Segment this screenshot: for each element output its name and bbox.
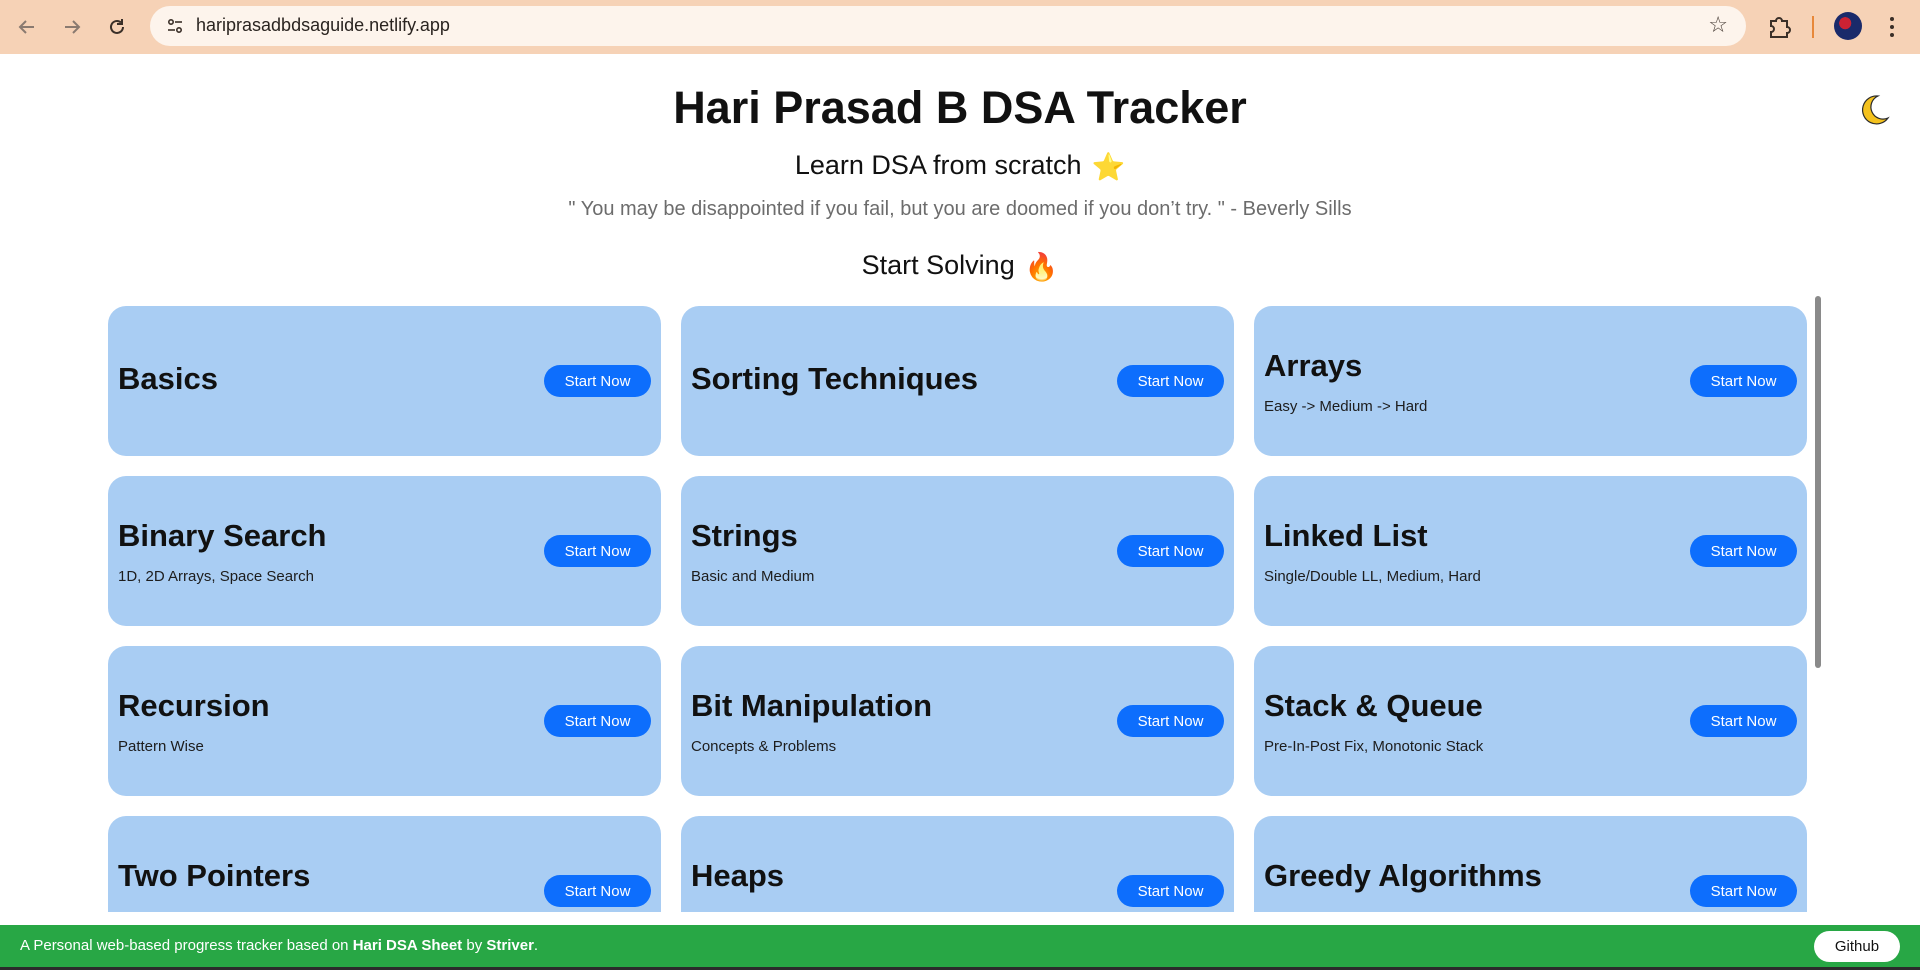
start-now-button[interactable]: Start Now	[544, 875, 651, 907]
reload-icon[interactable]	[100, 10, 134, 44]
start-now-button[interactable]: Start Now	[1690, 875, 1797, 907]
subtitle-text: Learn DSA from scratch	[794, 150, 1082, 180]
card-title: Stack & Queue	[1264, 688, 1483, 723]
card-title: Binary Search	[118, 518, 327, 553]
topic-card-strings: Strings Basic and Medium Start Now	[681, 476, 1234, 626]
topic-card-arrays: Arrays Easy -> Medium -> Hard Start Now	[1254, 306, 1807, 456]
start-now-button[interactable]: Start Now	[1690, 705, 1797, 737]
card-title: Linked List	[1264, 518, 1428, 553]
fire-emoji-icon: 🔥	[1024, 251, 1059, 282]
card-title: Greedy Algorithms	[1264, 858, 1542, 893]
address-bar[interactable]: hariprasadbdsaguide.netlify.app ☆	[150, 6, 1746, 46]
profile-avatar[interactable]	[1834, 12, 1862, 40]
card-subtitle: 1D, 2D Arrays, Space Search	[118, 568, 314, 585]
card-title: Bit Manipulation	[691, 688, 933, 723]
card-subtitle: Easy -> Medium -> Hard	[1264, 398, 1428, 415]
motivational-quote: " You may be disappointed if you fail, b…	[568, 198, 1352, 220]
section-heading: Start Solving 🔥	[0, 250, 1920, 283]
start-now-button[interactable]: Start Now	[1117, 365, 1224, 397]
page-subtitle: Learn DSA from scratch ⭐	[0, 150, 1920, 183]
topics-grid: Basics Start Now Sorting Techniques Star…	[108, 306, 1808, 912]
card-title: Arrays	[1264, 348, 1363, 383]
browser-menu-icon[interactable]	[1880, 10, 1904, 44]
topic-card-basics: Basics Start Now	[108, 306, 661, 456]
card-title: Two Pointers	[118, 858, 311, 893]
topic-card-stack-queue: Stack & Queue Pre-In-Post Fix, Monotonic…	[1254, 646, 1807, 796]
start-now-button[interactable]: Start Now	[544, 705, 651, 737]
star-emoji-icon: ⭐	[1091, 151, 1126, 182]
footer-by: by	[462, 937, 487, 954]
card-title: Strings	[691, 518, 798, 553]
start-now-button[interactable]: Start Now	[1117, 705, 1224, 737]
site-info-icon[interactable]	[160, 11, 190, 41]
card-title: Basics	[118, 361, 218, 396]
topic-card-linked-list: Linked List Single/Double LL, Medium, Ha…	[1254, 476, 1807, 626]
forward-arrow-icon[interactable]	[55, 10, 89, 44]
extensions-puzzle-icon[interactable]	[1764, 12, 1794, 42]
url-text[interactable]: hariprasadbdsaguide.netlify.app	[196, 15, 450, 36]
bookmark-star-icon[interactable]: ☆	[1708, 12, 1728, 38]
toolbar-divider	[1812, 16, 1814, 38]
start-now-button[interactable]: Start Now	[544, 365, 651, 397]
start-now-button[interactable]: Start Now	[544, 535, 651, 567]
topic-card-two-pointers: Two Pointers Start Now	[108, 816, 661, 912]
topic-card-sorting: Sorting Techniques Start Now	[681, 306, 1234, 456]
scrollbar-thumb[interactable]	[1815, 296, 1821, 668]
browser-toolbar: hariprasadbdsaguide.netlify.app ☆	[0, 0, 1920, 54]
card-title: Recursion	[118, 688, 270, 723]
footer-text: A Personal web-based progress tracker ba…	[20, 937, 538, 954]
topic-card-recursion: Recursion Pattern Wise Start Now	[108, 646, 661, 796]
topic-card-binary-search: Binary Search 1D, 2D Arrays, Space Searc…	[108, 476, 661, 626]
topic-card-heaps: Heaps Start Now	[681, 816, 1234, 912]
start-now-button[interactable]: Start Now	[1117, 535, 1224, 567]
card-subtitle: Basic and Medium	[691, 568, 815, 585]
card-title: Sorting Techniques	[691, 361, 979, 396]
card-subtitle: Pattern Wise	[118, 738, 204, 755]
section-heading-text: Start Solving	[861, 250, 1015, 280]
card-title: Heaps	[691, 858, 785, 893]
start-now-button[interactable]: Start Now	[1690, 365, 1797, 397]
topic-card-greedy: Greedy Algorithms Start Now	[1254, 816, 1807, 912]
start-now-button[interactable]: Start Now	[1117, 875, 1224, 907]
page-title: Hari Prasad B DSA Tracker	[673, 82, 1247, 133]
github-button[interactable]: Github	[1814, 931, 1900, 962]
footer-suffix: .	[533, 937, 539, 954]
footer-sheet-name: Hari DSA Sheet	[352, 937, 463, 954]
back-arrow-icon[interactable]	[10, 10, 44, 44]
footer-prefix: A Personal web-based progress tracker ba…	[20, 937, 353, 954]
footer-bar: A Personal web-based progress tracker ba…	[0, 925, 1920, 967]
start-now-button[interactable]: Start Now	[1690, 535, 1797, 567]
card-subtitle: Concepts & Problems	[691, 738, 837, 755]
topic-card-bit-manipulation: Bit Manipulation Concepts & Problems Sta…	[681, 646, 1234, 796]
footer-author: Striver	[486, 937, 534, 954]
card-subtitle: Pre-In-Post Fix, Monotonic Stack	[1264, 738, 1484, 755]
card-subtitle: Single/Double LL, Medium, Hard	[1264, 568, 1481, 585]
